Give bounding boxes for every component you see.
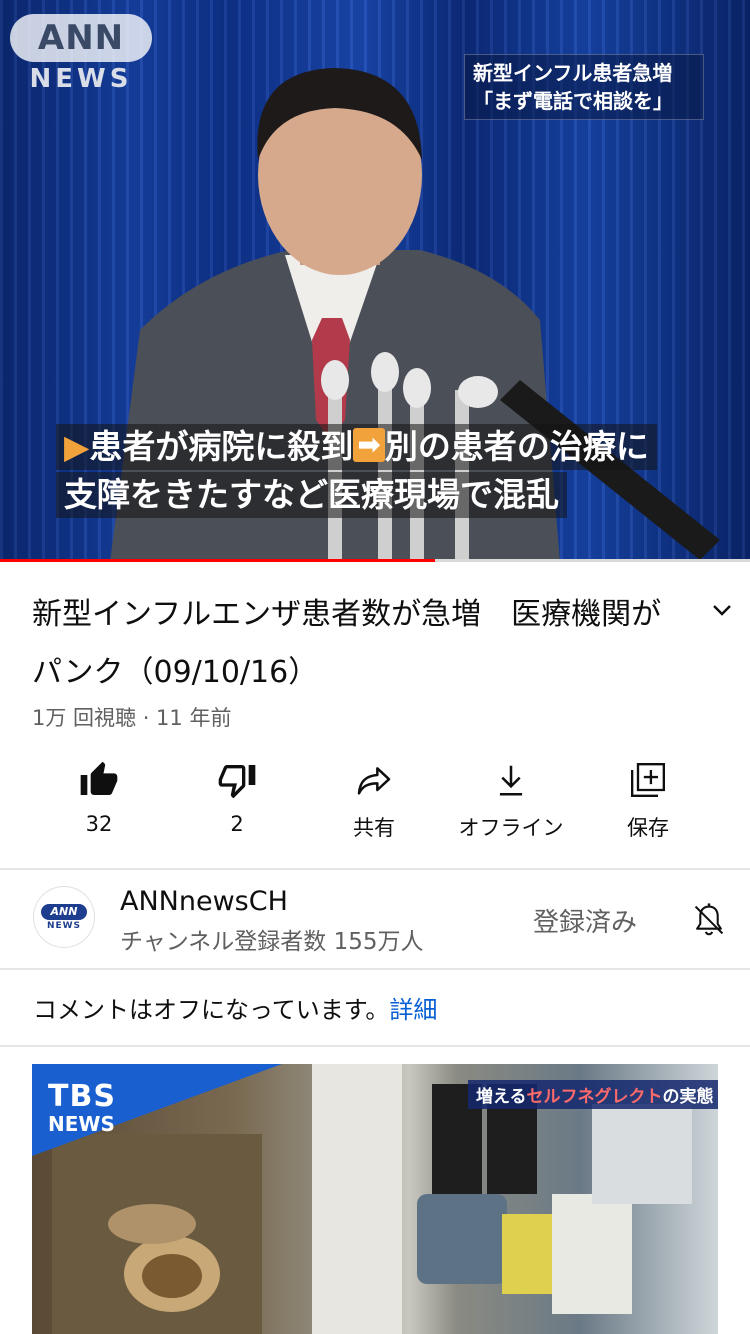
like-button[interactable]: 32	[30, 754, 168, 836]
arrow-right-icon: ➡	[353, 428, 385, 462]
share-label: 共有	[353, 816, 395, 840]
action-bar: 32 2 共有 オフライン 保存	[0, 754, 750, 854]
video-player[interactable]: ANN NEWS 新型インフル患者急増 「まず電話で相談を」 ▶患者が病院に殺到…	[0, 0, 750, 562]
divider	[0, 1045, 750, 1047]
next-video-thumbnail[interactable]: TBS NEWS 増えるセルフネグレクトの実態	[32, 1064, 718, 1334]
save-playlist-icon	[631, 763, 665, 797]
headline-line-1: 新型インフル患者急増	[473, 61, 673, 85]
tag-part-c: の実態	[662, 1087, 714, 1107]
thumbs-up-icon	[80, 761, 118, 795]
offline-label: オフライン	[458, 816, 564, 840]
share-button[interactable]: 共有	[305, 754, 443, 842]
divider	[0, 968, 750, 970]
tag-part-a: 増える	[476, 1087, 527, 1107]
play-triangle-icon: ▶	[64, 427, 90, 466]
like-count: 32	[85, 812, 113, 836]
channel-avatar[interactable]: ANN NEWS	[33, 886, 95, 948]
comments-disabled-notice: コメントはオフになっています。詳細	[33, 990, 437, 1025]
save-label: 保存	[627, 816, 669, 840]
video-title-area[interactable]: 新型インフルエンザ患者数が急増 医療機関がパンク（09/10/16）	[32, 586, 682, 702]
news-headline: 新型インフル患者急増 「まず電話で相談を」	[464, 54, 704, 120]
caption-line-1: ▶患者が病院に殺到 ➡ 別の患者の治療に	[56, 424, 657, 470]
offline-button[interactable]: オフライン	[442, 754, 580, 842]
headline-line-2: 「まず電話で相談を」	[473, 89, 673, 113]
ann-logo-text: ANN	[10, 14, 152, 62]
caption-line-1-b: 別の患者の治療に	[384, 427, 649, 466]
thumbs-down-icon	[218, 765, 256, 799]
download-icon	[499, 765, 523, 796]
tbs-logo-text: TBS	[48, 1079, 116, 1114]
progress-bar[interactable]	[0, 559, 750, 562]
avatar-news-text: NEWS	[46, 920, 82, 931]
channel-row[interactable]: ANN NEWS ANNnewsCH チャンネル登録者数 155万人 登録済み	[0, 870, 750, 968]
share-icon	[357, 767, 391, 795]
comments-off-text: コメントはオフになっています。	[33, 996, 390, 1024]
tag-part-b: セルフネグレクト	[526, 1087, 663, 1107]
caption-line-1-a: 患者が病院に殺到	[89, 427, 354, 466]
details-link[interactable]: 詳細	[389, 996, 437, 1024]
tbs-news-logo: TBS NEWS	[48, 1079, 116, 1137]
news-caption: ▶患者が病院に殺到 ➡ 別の患者の治療に 支障をきたすなど医療現場で混乱	[56, 424, 706, 518]
channel-name[interactable]: ANNnewsCH	[120, 886, 288, 917]
save-button[interactable]: 保存	[579, 754, 717, 842]
avatar-logo-text: ANN	[41, 903, 87, 920]
caption-line-2: 支障をきたすなど医療現場で混乱	[56, 472, 567, 518]
thumbnail-headline-tag: 増えるセルフネグレクトの実態	[468, 1080, 718, 1109]
dislike-count: 2	[230, 812, 244, 836]
ann-news-logo: ANN NEWS	[10, 14, 152, 94]
notification-bell-off-icon[interactable]	[690, 900, 728, 940]
subscriber-count: チャンネル登録者数 155万人	[120, 929, 424, 955]
dislike-button[interactable]: 2	[168, 754, 306, 836]
chevron-down-icon[interactable]	[708, 596, 736, 624]
tbs-news-text: NEWS	[48, 1112, 115, 1136]
subscribed-button[interactable]: 登録済み	[533, 902, 637, 939]
video-title: 新型インフルエンザ患者数が急増 医療機関がパンク（09/10/16）	[32, 597, 662, 690]
video-meta: 1万 回視聴 · 11 年前	[32, 706, 232, 730]
progress-fill	[0, 559, 435, 562]
news-logo-text: NEWS	[29, 64, 133, 94]
